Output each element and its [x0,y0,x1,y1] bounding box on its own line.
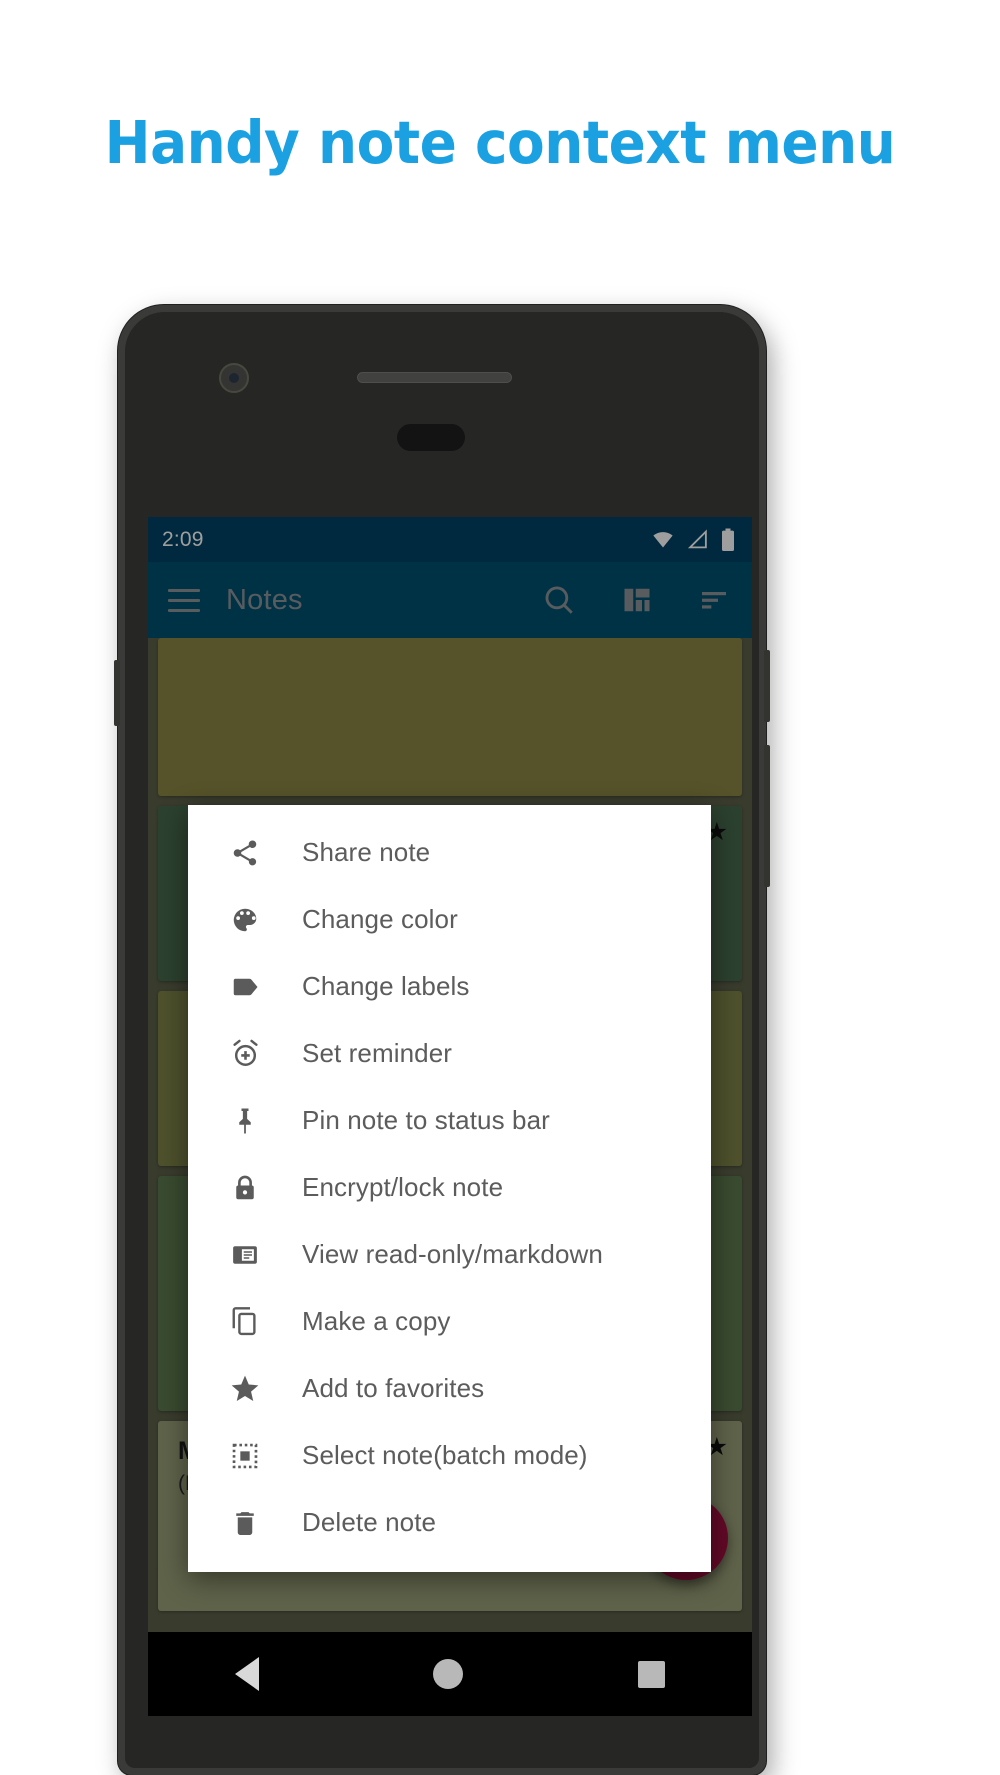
menu-item-label: Delete note [302,1507,437,1537]
sort-icon[interactable] [698,584,730,616]
menu-item-label: Set reminder [302,1038,453,1068]
phone-top-bezel [125,312,759,517]
layout-grid-icon[interactable] [622,585,652,615]
menu-item-label: View read-only/markdown [302,1239,603,1269]
menu-item-label: Select note(batch mode) [302,1440,588,1470]
sensor-pill [397,424,465,451]
trash-icon [228,1506,262,1540]
menu-item-view-readonly-markdown[interactable]: View read-only/markdown [188,1221,711,1288]
select-dashed-icon [228,1439,262,1473]
back-nav-icon[interactable] [235,1657,260,1691]
menu-item-change-labels[interactable]: Change labels [188,953,711,1020]
menu-item-label: Share note [302,837,431,867]
menu-item-set-reminder[interactable]: Set reminder [188,1020,711,1087]
palette-icon [228,903,262,937]
page-title: Handy note context menu [104,108,896,177]
battery-icon [720,528,736,552]
note-context-menu[interactable]: Share note Change color Change labels Se… [188,805,711,1572]
menu-item-encrypt-lock-note[interactable]: Encrypt/lock note [188,1154,711,1221]
earpiece-speaker [357,372,512,383]
app-bar-title: Notes [226,583,303,616]
note-card[interactable] [158,638,742,796]
volume-button[interactable] [764,745,770,887]
menu-item-share-note[interactable]: Share note [188,819,711,886]
phone-screen: 2:09 Notes ★ ★ Share note Change color C… [148,517,752,1632]
menu-item-delete-note[interactable]: Delete note [188,1489,711,1556]
menu-item-label: Pin note to status bar [302,1105,550,1135]
app-bar-actions [542,583,730,617]
menu-item-change-color[interactable]: Change color [188,886,711,953]
content-copy-icon [228,1305,262,1339]
alarm-add-icon [228,1037,262,1071]
menu-item-label: Change color [302,904,458,934]
lock-icon [228,1171,262,1205]
star-icon [228,1372,262,1406]
front-camera-icon [219,363,249,393]
wifi-icon [650,530,676,550]
pushpin-icon [228,1104,262,1138]
phone-device-frame: 2:09 Notes ★ ★ Share note Change color C… [114,305,770,1775]
search-icon[interactable] [542,583,576,617]
phone-bottom-bezel [148,1716,752,1768]
left-side-button[interactable] [114,660,120,726]
menu-item-label: Encrypt/lock note [302,1172,504,1202]
menu-item-select-note-batch-mode[interactable]: Select note(batch mode) [188,1422,711,1489]
status-bar: 2:09 [148,517,752,562]
recents-nav-icon[interactable] [637,1660,665,1688]
phone-inner-shell: 2:09 Notes ★ ★ Share note Change color C… [125,312,759,1768]
menu-item-label: Change labels [302,971,470,1001]
hamburger-menu-icon[interactable] [168,588,200,612]
menu-item-label: Make a copy [302,1306,451,1336]
status-bar-icons [650,528,736,552]
menu-item-make-a-copy[interactable]: Make a copy [188,1288,711,1355]
home-nav-icon[interactable] [433,1659,464,1689]
power-button[interactable] [764,650,770,722]
share-icon [228,836,262,870]
android-navigation-bar[interactable] [148,1632,752,1716]
signal-icon [686,529,710,550]
label-tag-icon [228,970,262,1004]
reader-mode-icon [228,1238,262,1272]
menu-item-label: Add to favorites [302,1373,485,1403]
status-bar-clock: 2:09 [162,527,204,551]
menu-item-pin-note[interactable]: Pin note to status bar [188,1087,711,1154]
app-bar: Notes [148,562,752,638]
menu-item-add-to-favorites[interactable]: Add to favorites [188,1355,711,1422]
